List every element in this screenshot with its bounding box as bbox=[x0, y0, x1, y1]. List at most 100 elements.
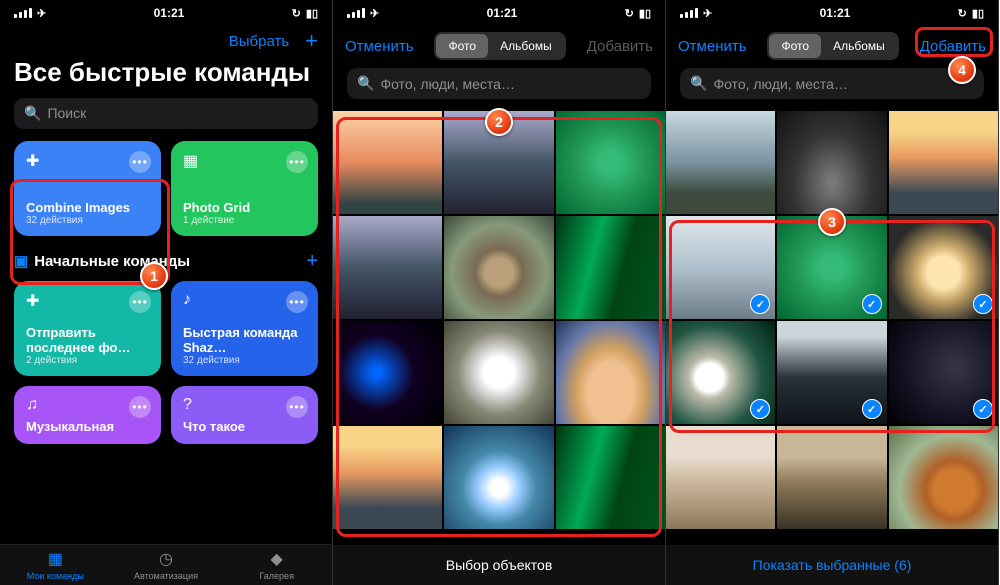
segment-albums[interactable]: Альбомы bbox=[821, 34, 897, 58]
status-bar: ✈︎ 01:21 ↻ ▮▯ bbox=[0, 0, 332, 22]
battery-icon: ▮▯ bbox=[639, 7, 651, 20]
photo-grid: ✓ ✓ ✓ ✓ ✓ ✓ bbox=[666, 111, 998, 545]
card-title: Быстрая команда Shaz… bbox=[183, 325, 306, 355]
folder-icon: ▣ bbox=[14, 253, 28, 270]
photo-thumb[interactable]: ✓ bbox=[889, 216, 998, 319]
section-add-button[interactable]: + bbox=[306, 250, 318, 273]
card-title: Что такое bbox=[183, 419, 306, 434]
status-bar: ✈︎ 01:21 ↻▮▯ bbox=[666, 0, 998, 22]
cancel-button[interactable]: Отменить bbox=[678, 38, 747, 55]
photo-thumb[interactable] bbox=[666, 111, 775, 214]
photo-thumb[interactable] bbox=[444, 321, 553, 424]
photo-thumb[interactable] bbox=[333, 216, 442, 319]
nav-bar: Выбрать + bbox=[0, 22, 332, 56]
signal-icon bbox=[680, 8, 698, 18]
status-time: 01:21 bbox=[379, 6, 624, 20]
segment-photo[interactable]: Фото bbox=[436, 34, 488, 58]
picker-search[interactable]: 🔍 Фото, люди, места… bbox=[680, 68, 984, 99]
show-selected-button[interactable]: Показать выбранные (6) bbox=[666, 545, 998, 585]
picker-nav: Отменить Фото Альбомы Добавить bbox=[666, 22, 998, 68]
photo-thumb[interactable] bbox=[889, 111, 998, 214]
battery-icon: ▮▯ bbox=[306, 7, 318, 20]
photo-thumb[interactable] bbox=[333, 321, 442, 424]
photo-thumb[interactable] bbox=[777, 111, 886, 214]
photo-thumb[interactable] bbox=[556, 426, 665, 529]
tab-my-commands[interactable]: ▦ Мои команды bbox=[0, 549, 111, 581]
check-icon: ✓ bbox=[973, 399, 993, 419]
badge-1: 1 bbox=[140, 262, 168, 290]
card-more-icon[interactable]: ••• bbox=[129, 396, 151, 418]
photo-thumb[interactable] bbox=[889, 426, 998, 529]
photo-thumb[interactable]: ✓ bbox=[889, 321, 998, 424]
photo-thumb[interactable] bbox=[777, 426, 886, 529]
photo-thumb[interactable]: ✓ bbox=[666, 321, 775, 424]
signal-icon bbox=[347, 8, 365, 18]
card-title: Музыкальная bbox=[26, 419, 149, 434]
segmented-control[interactable]: Фото Альбомы bbox=[755, 32, 912, 60]
tab-label: Мои команды bbox=[27, 571, 84, 581]
card-more-icon[interactable]: ••• bbox=[129, 151, 151, 173]
search-placeholder: Фото, люди, места… bbox=[713, 76, 848, 92]
shortcut-card-what-is[interactable]: ? ••• Что такое bbox=[171, 386, 318, 444]
screen-picker-selected: ✈︎ 01:21 ↻▮▯ Отменить Фото Альбомы Добав… bbox=[666, 0, 999, 585]
badge-4: 4 bbox=[948, 56, 976, 84]
shortcut-card-send-last[interactable]: ✚ ••• Отправить последнее фо… 2 действия bbox=[14, 281, 161, 376]
grid-icon: ▦ bbox=[48, 549, 63, 569]
photo-thumb[interactable] bbox=[444, 216, 553, 319]
cancel-button[interactable]: Отменить bbox=[345, 38, 414, 55]
tab-label: Галерея bbox=[259, 571, 294, 581]
photo-thumb[interactable]: ✓ bbox=[666, 216, 775, 319]
photo-thumb[interactable]: ✓ bbox=[777, 321, 886, 424]
segment-albums[interactable]: Альбомы bbox=[488, 34, 564, 58]
wifi-icon: ✈︎ bbox=[37, 7, 46, 20]
card-subtitle: 2 действия bbox=[26, 355, 149, 366]
photo-thumb[interactable] bbox=[444, 426, 553, 529]
card-more-icon[interactable]: ••• bbox=[286, 291, 308, 313]
photo-thumb[interactable] bbox=[556, 111, 665, 214]
card-more-icon[interactable]: ••• bbox=[129, 291, 151, 313]
card-subtitle: 1 действие bbox=[183, 215, 306, 226]
wifi-icon: ✈︎ bbox=[703, 7, 712, 20]
card-more-icon[interactable]: ••• bbox=[286, 396, 308, 418]
add-button[interactable]: Добавить bbox=[920, 38, 986, 55]
check-icon: ✓ bbox=[862, 399, 882, 419]
status-bar: ✈︎ 01:21 ↻▮▯ bbox=[333, 0, 665, 22]
photo-thumb[interactable] bbox=[333, 426, 442, 529]
card-more-icon[interactable]: ••• bbox=[286, 151, 308, 173]
badge-2: 2 bbox=[485, 108, 513, 136]
card-title: Combine Images bbox=[26, 200, 149, 215]
search-field[interactable]: 🔍 Поиск bbox=[14, 98, 318, 129]
search-placeholder: Фото, люди, места… bbox=[380, 76, 515, 92]
card-title: Отправить последнее фо… bbox=[26, 325, 149, 355]
clock-icon: ◷ bbox=[159, 549, 173, 569]
segment-photo[interactable]: Фото bbox=[769, 34, 821, 58]
photo-thumb[interactable] bbox=[333, 111, 442, 214]
select-button[interactable]: Выбрать bbox=[229, 33, 289, 50]
lock-icon: ↻ bbox=[958, 7, 967, 20]
search-placeholder: Поиск bbox=[47, 105, 86, 121]
segmented-control[interactable]: Фото Альбомы bbox=[422, 32, 579, 60]
add-shortcut-button[interactable]: + bbox=[305, 30, 318, 52]
tab-automation[interactable]: ◷ Автоматизация bbox=[111, 549, 222, 581]
photo-thumb[interactable] bbox=[556, 321, 665, 424]
tab-gallery[interactable]: ◆ Галерея bbox=[221, 549, 332, 581]
photo-thumb[interactable] bbox=[666, 426, 775, 529]
search-icon: 🔍 bbox=[24, 105, 41, 122]
shortcut-card-combine-images[interactable]: ✚ ••• Combine Images 32 действия bbox=[14, 141, 161, 236]
shortcut-card-photo-grid[interactable]: ▦ ••• Photo Grid 1 действие bbox=[171, 141, 318, 236]
card-subtitle: 32 действия bbox=[183, 355, 306, 366]
picker-nav: Отменить Фото Альбомы Добавить bbox=[333, 22, 665, 68]
status-time: 01:21 bbox=[46, 6, 291, 20]
tab-label: Автоматизация bbox=[134, 571, 198, 581]
photo-thumb[interactable] bbox=[556, 216, 665, 319]
add-button: Добавить bbox=[587, 38, 653, 55]
shortcut-card-music[interactable]: ♫ ••• Музыкальная bbox=[14, 386, 161, 444]
picker-search[interactable]: 🔍 Фото, люди, места… bbox=[347, 68, 651, 99]
tab-bar: ▦ Мои команды ◷ Автоматизация ◆ Галерея bbox=[0, 544, 332, 585]
stack-icon: ◆ bbox=[271, 549, 283, 569]
shortcut-card-shazam[interactable]: ♪ ••• Быстрая команда Shaz… 32 действия bbox=[171, 281, 318, 376]
screen-picker-empty: ✈︎ 01:21 ↻▮▯ Отменить Фото Альбомы Добав… bbox=[333, 0, 666, 585]
section-label: Начальные команды bbox=[34, 253, 190, 270]
search-icon: 🔍 bbox=[357, 75, 374, 92]
check-icon: ✓ bbox=[973, 294, 993, 314]
